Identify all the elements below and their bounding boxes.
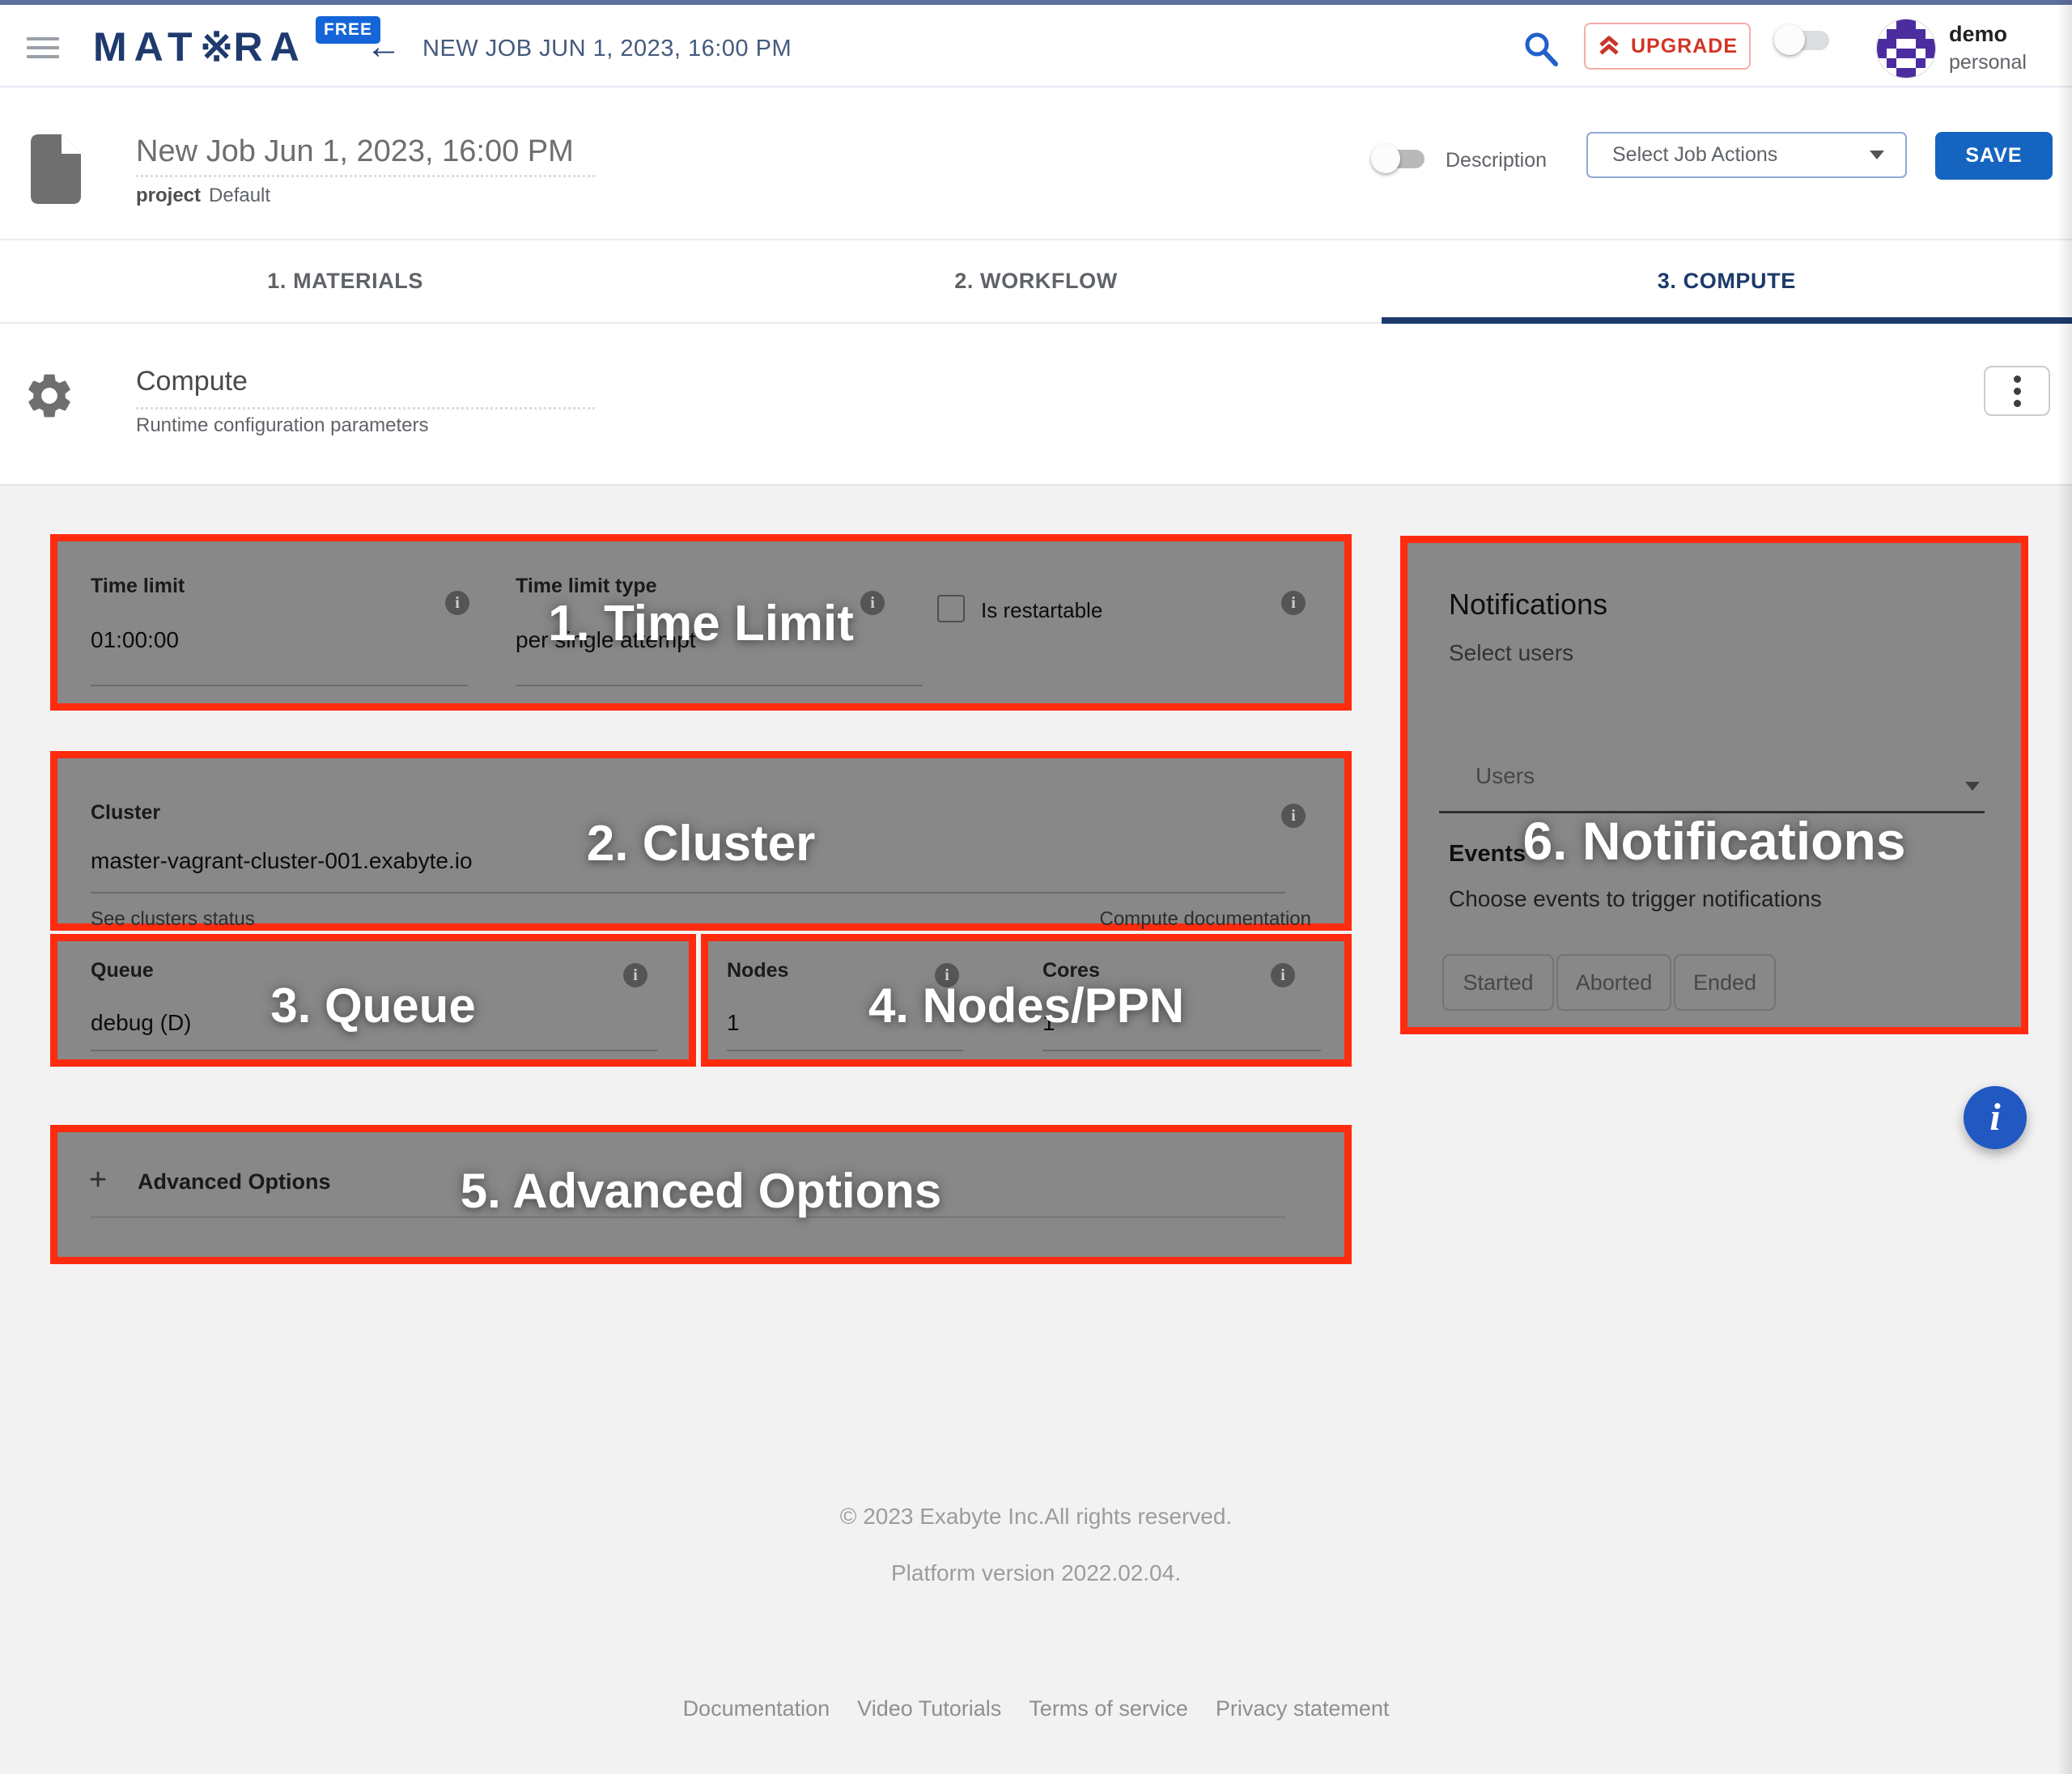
double-chevron-up-icon bbox=[1597, 34, 1621, 58]
app-window: MAT※RA FREE ← NEW JOB JUN 1, 2023, 16:00… bbox=[0, 0, 2072, 1774]
see-clusters-status-link[interactable]: See clusters status bbox=[91, 908, 255, 931]
chevron-down-icon bbox=[1870, 151, 1884, 159]
annotation-label-3: 3. Queue bbox=[57, 978, 689, 1033]
footer-version: Platform version 2022.02.04. bbox=[0, 1560, 2072, 1586]
toggle-knob bbox=[1371, 144, 1400, 173]
input-underline bbox=[1042, 1050, 1321, 1051]
logo-text-2: RA bbox=[234, 24, 307, 70]
project-label: project bbox=[136, 185, 201, 206]
notifications-title: Notifications bbox=[1449, 588, 1607, 622]
mat3ra-logo[interactable]: MAT※RA bbox=[93, 26, 307, 68]
event-button-ended[interactable]: Ended bbox=[1674, 954, 1776, 1011]
job-title-underline bbox=[136, 175, 595, 177]
toggle-knob bbox=[1774, 24, 1805, 55]
project-row: project Default bbox=[136, 185, 270, 207]
tab-compute[interactable]: 3. COMPUTE bbox=[1382, 240, 2072, 322]
annotation-box-cluster: Cluster i master-vagrant-cluster-001.exa… bbox=[50, 751, 1352, 931]
active-tab-indicator bbox=[1382, 317, 2072, 324]
description-label: Description bbox=[1446, 149, 1547, 172]
save-button[interactable]: SAVE bbox=[1935, 132, 2053, 180]
kebab-menu-button[interactable] bbox=[1984, 366, 2050, 416]
input-underline bbox=[727, 1050, 963, 1051]
step-tabs: 1. MATERIALS 2. WORKFLOW 3. COMPUTE bbox=[0, 239, 2072, 324]
annotation-box-advanced: + Advanced Options 5. Advanced Options bbox=[50, 1125, 1352, 1264]
gear-icon bbox=[23, 369, 76, 422]
document-icon bbox=[31, 134, 81, 204]
identicon-image bbox=[1877, 19, 1935, 78]
logo-glyph-icon: ※ bbox=[200, 24, 234, 70]
top-app-bar: MAT※RA FREE ← NEW JOB JUN 1, 2023, 16:00… bbox=[0, 0, 2072, 87]
info-fab-button[interactable]: i bbox=[1964, 1086, 2027, 1149]
job-actions-select[interactable]: Select Job Actions bbox=[1586, 132, 1907, 178]
job-title[interactable]: New Job Jun 1, 2023, 16:00 PM bbox=[136, 134, 574, 169]
compute-title-underline bbox=[136, 407, 595, 410]
compute-subtitle: Runtime configuration parameters bbox=[136, 414, 429, 437]
input-underline bbox=[91, 685, 468, 686]
upgrade-label: UPGRADE bbox=[1631, 35, 1738, 58]
footer-link-documentation[interactable]: Documentation bbox=[683, 1696, 830, 1721]
job-actions-value: Select Job Actions bbox=[1612, 143, 1870, 167]
logo-text: MAT bbox=[93, 24, 200, 70]
description-toggle[interactable] bbox=[1371, 144, 1428, 173]
footer-links: Documentation Video Tutorials Terms of s… bbox=[0, 1696, 2072, 1721]
select-users-label: Select users bbox=[1449, 640, 1573, 666]
annotation-box-notifications: Notifications Select users Users Events … bbox=[1400, 536, 2028, 1034]
event-button-started[interactable]: Started bbox=[1442, 954, 1554, 1011]
header-page-title: NEW JOB JUN 1, 2023, 16:00 PM bbox=[422, 36, 792, 62]
avatar[interactable] bbox=[1876, 19, 1936, 79]
compute-section-header: Compute Runtime configuration parameters bbox=[0, 324, 2072, 486]
input-underline bbox=[91, 892, 1285, 893]
annotation-label-6: 6. Notifications bbox=[1408, 810, 2021, 872]
footer-link-privacy[interactable]: Privacy statement bbox=[1216, 1696, 1390, 1721]
header-toggle[interactable] bbox=[1774, 24, 1832, 55]
annotation-label-4: 4. Nodes/PPN bbox=[708, 978, 1344, 1033]
annotation-box-queue: Queue i debug (D) 3. Queue bbox=[50, 934, 696, 1067]
compute-documentation-link[interactable]: Compute documentation bbox=[1100, 908, 1312, 931]
search-icon[interactable] bbox=[1522, 29, 1560, 68]
hamburger-menu-icon[interactable] bbox=[27, 37, 59, 60]
back-arrow-icon[interactable]: ← bbox=[366, 26, 401, 68]
compute-title: Compute bbox=[136, 366, 248, 397]
events-hint: Choose events to trigger notifications bbox=[1449, 886, 1822, 912]
event-button-aborted[interactable]: Aborted bbox=[1556, 954, 1671, 1011]
annotation-label-5: 5. Advanced Options bbox=[57, 1163, 1344, 1219]
annotation-box-nodes-ppn: Nodes i 1 Cores i 1 4. Nodes/PPN bbox=[701, 934, 1352, 1067]
footer-link-video-tutorials[interactable]: Video Tutorials bbox=[857, 1696, 1001, 1721]
tab-workflow[interactable]: 2. WORKFLOW bbox=[690, 240, 1381, 322]
users-select[interactable]: Users bbox=[1475, 763, 1535, 789]
project-value[interactable]: Default bbox=[209, 185, 270, 206]
upgrade-button[interactable]: UPGRADE bbox=[1584, 23, 1751, 70]
info-icon: i bbox=[1989, 1098, 2000, 1137]
chevron-down-icon bbox=[1965, 782, 1980, 791]
annotation-label-2: 2. Cluster bbox=[57, 815, 1344, 872]
job-header: New Job Jun 1, 2023, 16:00 PM project Def… bbox=[0, 87, 2072, 239]
user-info: demo personal bbox=[1949, 19, 2027, 76]
scroll-edge-shadow bbox=[2057, 0, 2072, 1774]
annotation-label-1: 1. Time Limit bbox=[57, 595, 1344, 652]
footer-link-terms[interactable]: Terms of service bbox=[1029, 1696, 1188, 1721]
tab-materials[interactable]: 1. MATERIALS bbox=[0, 240, 690, 322]
user-account: personal bbox=[1949, 49, 2027, 76]
user-name: demo bbox=[1949, 19, 2027, 49]
input-underline bbox=[91, 1050, 657, 1051]
footer-copyright: © 2023 Exabyte Inc.All rights reserved. bbox=[0, 1504, 2072, 1530]
annotation-box-time-limit: Time limit i 01:00:00 Time limit type i … bbox=[50, 534, 1352, 711]
input-underline bbox=[516, 685, 923, 686]
